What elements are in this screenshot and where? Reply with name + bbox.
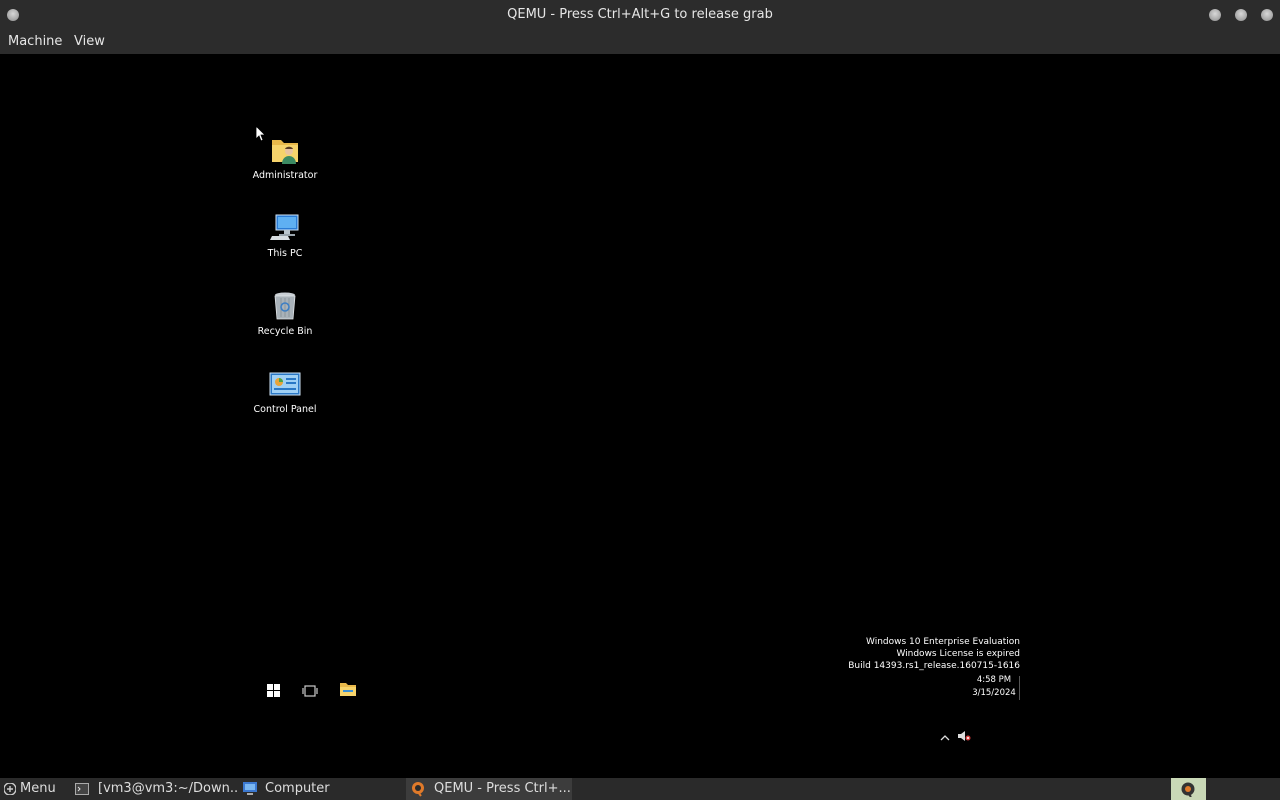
windows-watermark: Windows 10 Enterprise Evaluation Windows… [848, 636, 1020, 672]
menu-view[interactable]: View [74, 34, 105, 49]
maximize-button[interactable] [1235, 9, 1247, 21]
window-titlebar[interactable]: QEMU - Press Ctrl+Alt+G to release grab [0, 0, 1280, 30]
host-task-label: [vm3@vm3:~/Down... [98, 781, 238, 796]
menu-machine[interactable]: Machine [8, 34, 62, 49]
show-hidden-icons-chevron-icon[interactable] [940, 734, 950, 742]
close-button[interactable] [1261, 9, 1273, 21]
user-folder-icon [269, 134, 301, 166]
watermark-edition: Windows 10 Enterprise Evaluation [866, 637, 1020, 647]
windows-start-icon[interactable] [267, 682, 280, 701]
computer-icon [243, 782, 257, 795]
host-menu-label: Menu [20, 781, 56, 796]
host-taskbar: Menu [vm3@vm3:~/Down... Computer QEMU - … [0, 778, 1280, 800]
desktop-icon-label: This PC [267, 248, 303, 259]
desktop-icon-control-panel[interactable]: Control Panel [245, 368, 325, 415]
menu-icon [4, 783, 16, 795]
menubar: Machine View [0, 30, 1280, 54]
volume-muted-icon[interactable] [957, 730, 971, 742]
system-tray [940, 730, 971, 745]
clock-time: 4:58 PM [976, 675, 1012, 685]
show-desktop-divider[interactable] [1019, 676, 1020, 700]
host-task-computer[interactable]: Computer [238, 778, 404, 800]
file-explorer-icon[interactable] [340, 681, 356, 700]
vm-display[interactable]: Administrator This PC Recycle Bin Contro… [0, 54, 1280, 778]
recycle-bin-icon [269, 290, 301, 322]
host-task-label: Computer [265, 781, 330, 796]
clock-date: 3/15/2024 [972, 688, 1016, 698]
terminal-icon [75, 783, 89, 795]
watermark-license: Windows License is expired [896, 649, 1020, 659]
qemu-icon [1181, 782, 1195, 797]
watermark-build: Build 14393.rs1_release.160715-1616 [848, 661, 1020, 671]
desktop-icon-recycle-bin[interactable]: Recycle Bin [245, 290, 325, 337]
task-view-icon[interactable] [302, 682, 318, 701]
system-clock[interactable]: 4:58 PM 3/15/2024 [972, 674, 1016, 700]
host-task-terminal[interactable]: [vm3@vm3:~/Down... [70, 778, 238, 800]
workspace-indicator[interactable] [1171, 778, 1206, 800]
desktop-icon-label: Recycle Bin [257, 326, 313, 337]
window-title: QEMU - Press Ctrl+Alt+G to release grab [507, 7, 773, 22]
desktop-icon-this-pc[interactable]: This PC [245, 212, 325, 259]
qemu-icon [412, 782, 424, 797]
desktop-icon-label: Control Panel [253, 404, 317, 415]
minimize-button[interactable] [1209, 9, 1221, 21]
mouse-cursor-icon [255, 125, 266, 200]
host-task-label: QEMU - Press Ctrl+... [434, 781, 571, 796]
host-task-qemu[interactable]: QEMU - Press Ctrl+... [406, 778, 572, 800]
control-panel-icon [269, 368, 301, 400]
host-menu-button[interactable]: Menu [0, 778, 62, 800]
computer-icon [269, 212, 301, 244]
